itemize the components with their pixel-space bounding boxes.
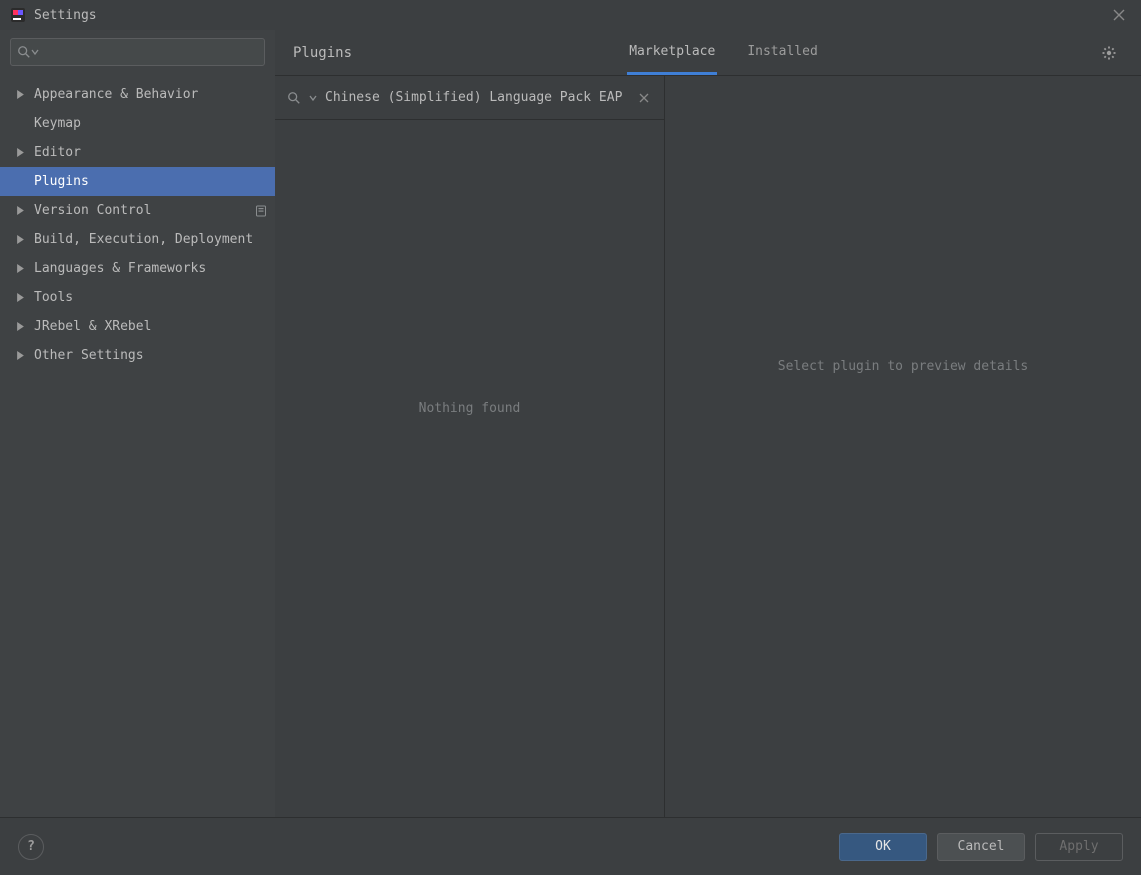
chevron-right-icon bbox=[16, 264, 34, 273]
plugin-search-input[interactable] bbox=[325, 90, 628, 105]
search-icon bbox=[287, 91, 301, 105]
results-empty-text: Nothing found bbox=[419, 401, 521, 416]
settings-tree: Appearance & Behavior Keymap Editor Plug… bbox=[0, 74, 275, 817]
sidebar-item-editor[interactable]: Editor bbox=[0, 138, 275, 167]
button-label: Cancel bbox=[958, 839, 1005, 854]
sidebar-item-other-settings[interactable]: Other Settings bbox=[0, 341, 275, 370]
button-label: OK bbox=[875, 839, 891, 854]
sidebar-item-tools[interactable]: Tools bbox=[0, 283, 275, 312]
preview-placeholder: Select plugin to preview details bbox=[778, 359, 1028, 374]
sidebar-item-label: Version Control bbox=[34, 203, 251, 218]
titlebar: Settings bbox=[0, 0, 1141, 30]
clear-search-button[interactable] bbox=[636, 90, 652, 106]
search-icon bbox=[17, 45, 31, 59]
cancel-button[interactable]: Cancel bbox=[937, 833, 1025, 861]
chevron-down-icon[interactable] bbox=[31, 48, 39, 56]
sidebar-item-label: Other Settings bbox=[34, 348, 267, 363]
chevron-right-icon bbox=[16, 148, 34, 157]
app-icon bbox=[10, 7, 26, 23]
sidebar-search[interactable] bbox=[10, 38, 265, 66]
sidebar-item-label: Tools bbox=[34, 290, 267, 305]
tab-label: Installed bbox=[747, 44, 817, 59]
chevron-down-icon[interactable] bbox=[309, 94, 317, 102]
plugin-tabs: Marketplace Installed bbox=[352, 30, 1095, 75]
chevron-right-icon bbox=[16, 90, 34, 99]
tab-installed[interactable]: Installed bbox=[745, 30, 819, 75]
content-area: Plugins Marketplace Installed bbox=[275, 30, 1141, 817]
sidebar-item-label: Languages & Frameworks bbox=[34, 261, 267, 276]
project-scope-icon bbox=[255, 205, 267, 217]
settings-window: Settings Appearance & Behavior bbox=[0, 0, 1141, 875]
help-button[interactable]: ? bbox=[18, 834, 44, 860]
apply-button[interactable]: Apply bbox=[1035, 833, 1123, 861]
content-body: Nothing found Select plugin to preview d… bbox=[275, 76, 1141, 817]
sidebar-item-languages-frameworks[interactable]: Languages & Frameworks bbox=[0, 254, 275, 283]
plugin-list-panel: Nothing found bbox=[275, 76, 665, 817]
gear-icon bbox=[1101, 45, 1117, 61]
close-icon bbox=[639, 93, 649, 103]
plugin-search-bar[interactable] bbox=[275, 76, 664, 120]
plugin-preview-panel: Select plugin to preview details bbox=[665, 76, 1141, 817]
sidebar-item-keymap[interactable]: Keymap bbox=[0, 109, 275, 138]
chevron-right-icon bbox=[16, 206, 34, 215]
sidebar-item-label: Plugins bbox=[34, 174, 267, 189]
help-icon: ? bbox=[27, 839, 35, 854]
chevron-right-icon bbox=[16, 351, 34, 360]
body-area: Appearance & Behavior Keymap Editor Plug… bbox=[0, 30, 1141, 817]
sidebar-item-label: JRebel & XRebel bbox=[34, 319, 267, 334]
sidebar: Appearance & Behavior Keymap Editor Plug… bbox=[0, 30, 275, 817]
plugin-settings-button[interactable] bbox=[1095, 39, 1123, 67]
sidebar-search-input[interactable] bbox=[43, 45, 258, 60]
tab-label: Marketplace bbox=[629, 44, 715, 59]
page-title: Plugins bbox=[293, 45, 352, 61]
button-label: Apply bbox=[1059, 839, 1098, 854]
sidebar-item-jrebel-xrebel[interactable]: JRebel & XRebel bbox=[0, 312, 275, 341]
sidebar-item-appearance-behavior[interactable]: Appearance & Behavior bbox=[0, 80, 275, 109]
content-header: Plugins Marketplace Installed bbox=[275, 30, 1141, 76]
chevron-right-icon bbox=[16, 235, 34, 244]
chevron-right-icon bbox=[16, 293, 34, 302]
chevron-right-icon bbox=[16, 322, 34, 331]
window-title: Settings bbox=[34, 8, 97, 23]
ok-button[interactable]: OK bbox=[839, 833, 927, 861]
sidebar-item-build-execution-deployment[interactable]: Build, Execution, Deployment bbox=[0, 225, 275, 254]
tab-marketplace[interactable]: Marketplace bbox=[627, 30, 717, 75]
sidebar-item-version-control[interactable]: Version Control bbox=[0, 196, 275, 225]
sidebar-item-label: Editor bbox=[34, 145, 267, 160]
results-empty: Nothing found bbox=[275, 120, 664, 817]
sidebar-item-label: Appearance & Behavior bbox=[34, 87, 267, 102]
sidebar-item-plugins[interactable]: Plugins bbox=[0, 167, 275, 196]
dialog-footer: ? OK Cancel Apply bbox=[0, 817, 1141, 875]
sidebar-item-label: Build, Execution, Deployment bbox=[34, 232, 267, 247]
window-close-button[interactable] bbox=[1107, 3, 1131, 27]
sidebar-item-label: Keymap bbox=[34, 116, 267, 131]
